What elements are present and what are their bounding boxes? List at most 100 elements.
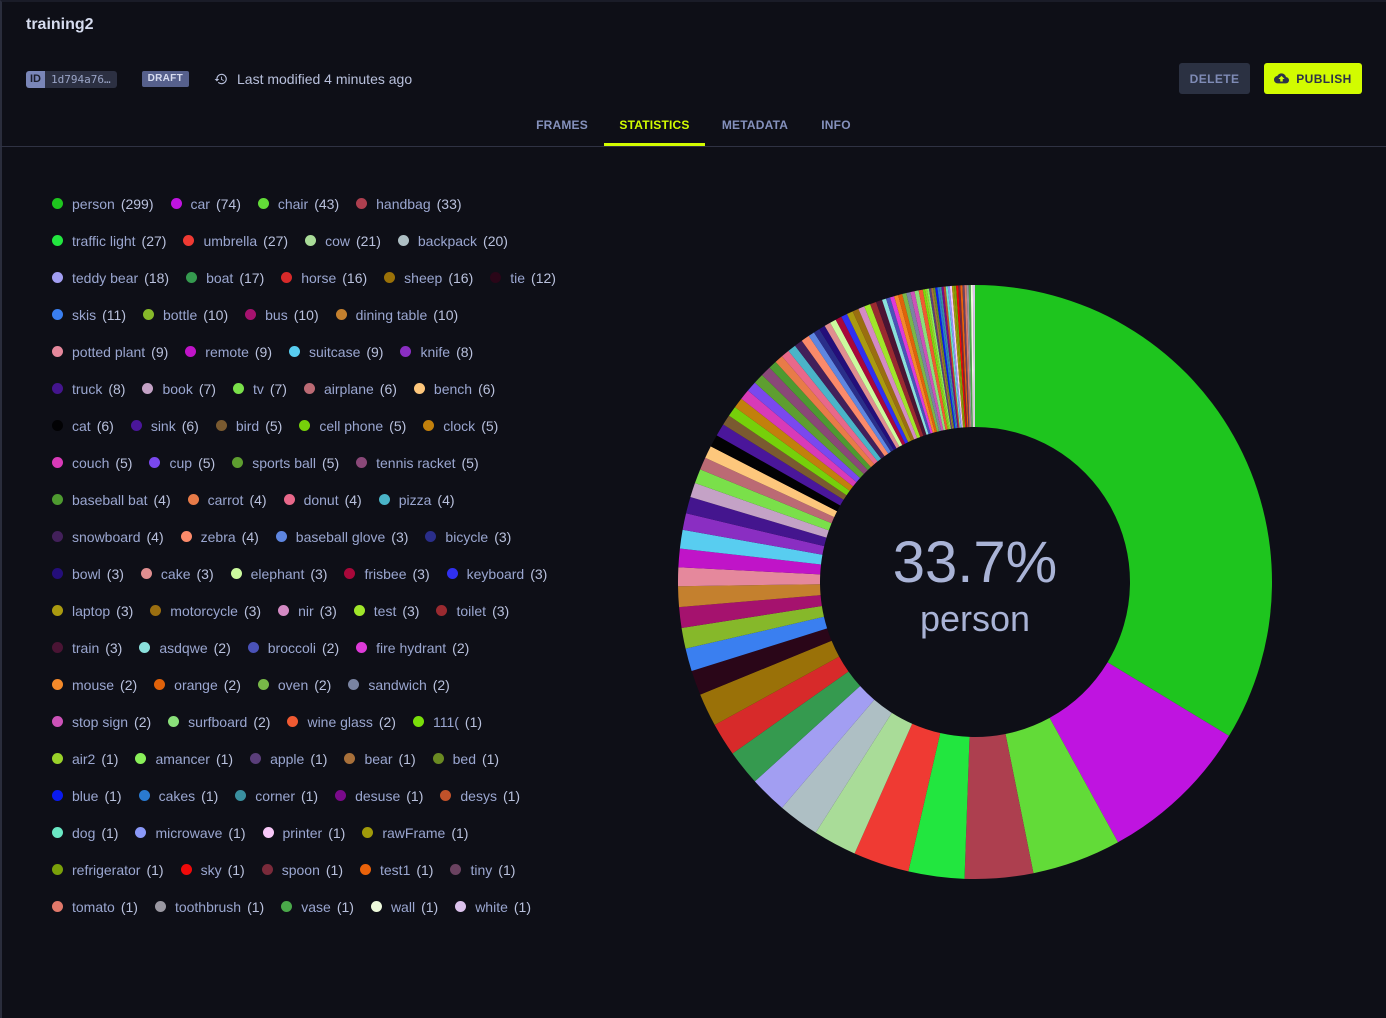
legend-item[interactable]: blue (1)	[52, 788, 122, 804]
legend-label: surfboard	[188, 713, 248, 730]
legend-item[interactable]: umbrella (27)	[183, 233, 288, 249]
legend-item[interactable]: teddy bear (18)	[52, 270, 169, 286]
legend-color-dot	[370, 901, 382, 912]
legend-item[interactable]: sports ball (5)	[232, 455, 339, 471]
legend-item[interactable]: bench (6)	[413, 381, 495, 397]
legend-item[interactable]: asdqwe (2)	[139, 640, 231, 656]
legend-item[interactable]: mouse (2)	[52, 677, 137, 693]
legend-item[interactable]: refrigerator (1)	[52, 862, 164, 878]
legend-item[interactable]: microwave (1)	[135, 825, 246, 841]
legend-item[interactable]: bed (1)	[432, 751, 499, 767]
legend-item[interactable]: elephant (3)	[230, 566, 327, 582]
legend-item[interactable]: keyboard (3)	[446, 566, 547, 582]
legend-item[interactable]: cell phone (5)	[299, 418, 406, 434]
legend-item[interactable]: bottle (10)	[142, 307, 228, 323]
legend-item[interactable]: snowboard (4)	[52, 529, 164, 545]
legend-item[interactable]: cakes (1)	[138, 788, 218, 804]
legend-item[interactable]: potted plant (9)	[52, 344, 168, 360]
legend-item[interactable]: orange (2)	[154, 677, 241, 693]
legend-item[interactable]: baseball bat (4)	[52, 492, 171, 508]
legend-item[interactable]: oven (2)	[257, 677, 331, 693]
legend-item[interactable]: dog (1)	[52, 825, 118, 841]
legend-item[interactable]: frisbee (3)	[344, 566, 430, 582]
legend-item[interactable]: donut (4)	[283, 492, 362, 508]
legend-item[interactable]: bear (1)	[344, 751, 416, 767]
legend-item[interactable]: fire hydrant (2)	[356, 640, 469, 656]
legend-item[interactable]: desuse (1)	[335, 788, 423, 804]
legend-item[interactable]: book (7)	[142, 381, 216, 397]
legend-item[interactable]: boat (17)	[186, 270, 264, 286]
legend-item[interactable]: carrot (4)	[187, 492, 267, 508]
donut-slice-person[interactable]	[975, 285, 1272, 736]
legend-item[interactable]: cat (6)	[52, 418, 114, 434]
publish-button[interactable]: PUBLISH	[1264, 63, 1362, 94]
legend-item[interactable]: spoon (1)	[261, 862, 343, 878]
legend-item[interactable]: toilet (3)	[436, 603, 509, 619]
id-chip[interactable]: ID 1d794a76…	[26, 70, 117, 88]
legend-item[interactable]: remote (9)	[185, 344, 272, 360]
legend-item[interactable]: baseball glove (3)	[275, 529, 408, 545]
legend-item[interactable]: air2 (1)	[52, 751, 118, 767]
legend-item[interactable]: wine glass (2)	[287, 714, 396, 730]
legend-item[interactable]: tie (12)	[490, 270, 556, 286]
legend-item[interactable]: apple (1)	[250, 751, 327, 767]
legend-item[interactable]: wall (1)	[370, 899, 438, 915]
legend-item[interactable]: couch (5)	[52, 455, 132, 471]
legend-item[interactable]: cup (5)	[149, 455, 215, 471]
legend-item[interactable]: airplane (6)	[303, 381, 397, 397]
legend-item[interactable]: tennis racket (5)	[356, 455, 479, 471]
legend-item[interactable]: amancer (1)	[135, 751, 233, 767]
legend-item[interactable]: clock (5)	[423, 418, 498, 434]
legend-item[interactable]: toothbrush (1)	[154, 899, 264, 915]
legend-item[interactable]: tiny (1)	[450, 862, 515, 878]
legend-item[interactable]: skis (11)	[52, 307, 126, 323]
legend-item[interactable]: sink (6)	[130, 418, 199, 434]
tab-frames[interactable]: FRAMES	[520, 104, 604, 146]
legend-item[interactable]: dining table (10)	[335, 307, 458, 323]
legend-item[interactable]: cow (21)	[305, 233, 381, 249]
legend-item[interactable]: train (3)	[52, 640, 122, 656]
legend-item[interactable]: sandwich (2)	[348, 677, 450, 693]
legend-item[interactable]: corner (1)	[235, 788, 318, 804]
tab-metadata[interactable]: METADATA	[705, 104, 805, 146]
legend-count: (2)	[223, 676, 241, 693]
legend-item[interactable]: nir (3)	[278, 603, 337, 619]
legend-item[interactable]: tomato (1)	[52, 899, 138, 915]
legend-item[interactable]: traffic light (27)	[52, 233, 166, 249]
legend-item[interactable]: backpack (20)	[397, 233, 508, 249]
legend-item[interactable]: zebra (4)	[180, 529, 259, 545]
legend-item[interactable]: bowl (3)	[52, 566, 124, 582]
legend-item[interactable]: car (74)	[170, 196, 241, 212]
legend-item[interactable]: 111((1)	[412, 714, 482, 730]
legend-item[interactable]: horse (16)	[281, 270, 367, 286]
legend-item[interactable]: desys (1)	[440, 788, 520, 804]
legend-item[interactable]: broccoli (2)	[247, 640, 339, 656]
legend-item[interactable]: white (1)	[455, 899, 531, 915]
legend-item[interactable]: surfboard (2)	[168, 714, 270, 730]
legend-item[interactable]: sky (1)	[180, 862, 245, 878]
legend-item[interactable]: suitcase (9)	[289, 344, 383, 360]
legend-item[interactable]: cake (3)	[140, 566, 214, 582]
legend-item[interactable]: sheep (16)	[384, 270, 473, 286]
tab-statistics[interactable]: STATISTICS	[604, 104, 705, 146]
legend-item[interactable]: test1 (1)	[360, 862, 433, 878]
legend-item[interactable]: bird (5)	[215, 418, 282, 434]
legend-item[interactable]: handbag (33)	[356, 196, 462, 212]
legend-item[interactable]: bus (10)	[245, 307, 319, 323]
legend-item[interactable]: motorcycle (3)	[150, 603, 261, 619]
legend-item[interactable]: person (299)	[52, 196, 154, 212]
legend-item[interactable]: stop sign (2)	[52, 714, 151, 730]
legend-item[interactable]: laptop (3)	[52, 603, 133, 619]
delete-button[interactable]: DELETE	[1179, 63, 1250, 94]
legend-item[interactable]: knife (8)	[400, 344, 473, 360]
legend-item[interactable]: truck (8)	[52, 381, 125, 397]
legend-item[interactable]: test (3)	[353, 603, 419, 619]
legend-item[interactable]: pizza (4)	[378, 492, 455, 508]
legend-item[interactable]: bicycle (3)	[425, 529, 511, 545]
legend-item[interactable]: rawFrame (1)	[362, 825, 468, 841]
legend-item[interactable]: tv (7)	[232, 381, 287, 397]
legend-item[interactable]: vase (1)	[281, 899, 354, 915]
legend-item[interactable]: chair (43)	[257, 196, 339, 212]
tab-info[interactable]: INFO	[805, 104, 867, 146]
legend-item[interactable]: printer (1)	[262, 825, 345, 841]
